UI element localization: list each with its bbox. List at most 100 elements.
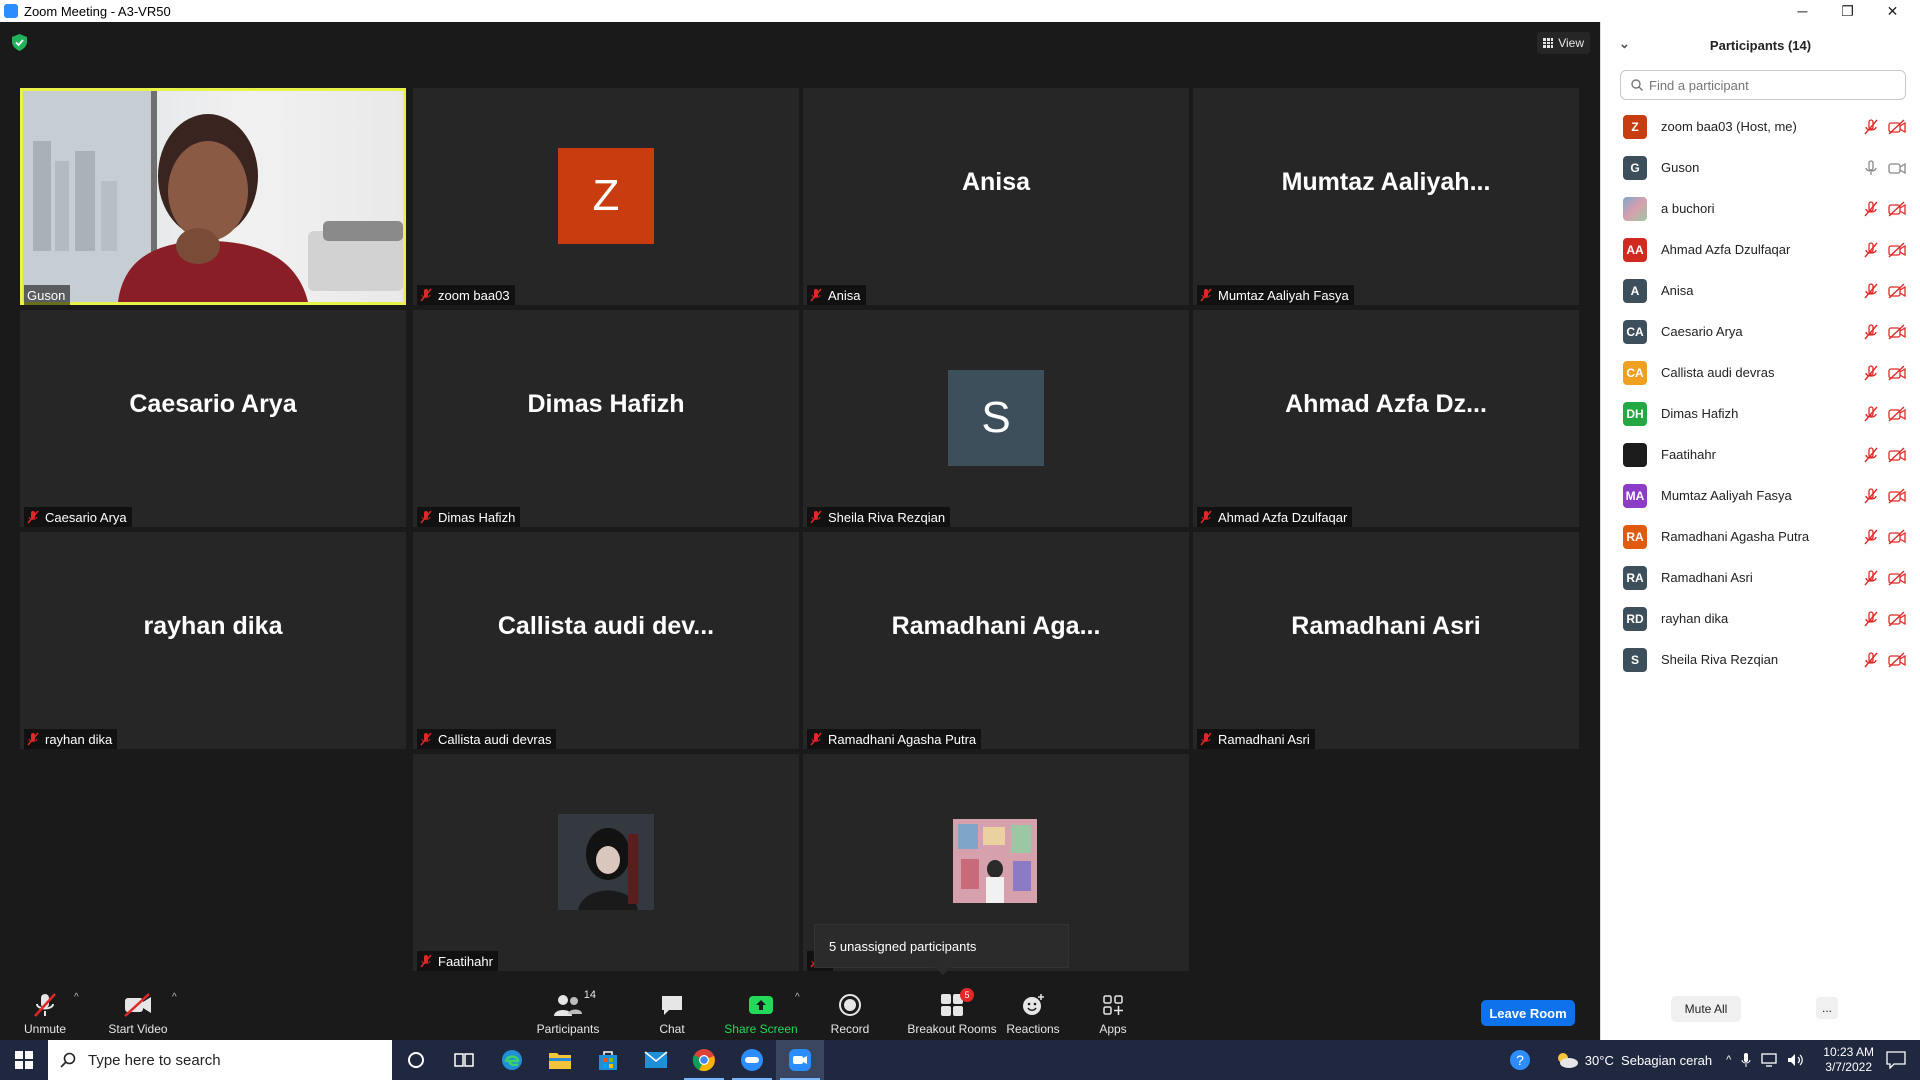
avatar: A <box>1623 278 1647 303</box>
meeting-area: View Guson Z zoom baa03 Anisa Anisa Mumt… <box>0 22 1600 1040</box>
participant-row[interactable]: MA Mumtaz Aaliyah Fasya <box>1601 475 1920 516</box>
taskbar-store[interactable] <box>584 1040 632 1080</box>
volume-icon[interactable] <box>1787 1053 1805 1067</box>
profile-picture <box>558 814 654 910</box>
participant-row[interactable]: CA Caesario Arya <box>1601 311 1920 352</box>
video-tile-faatihahr[interactable]: Faatihahr <box>413 754 799 971</box>
participant-name: Caesario Arya <box>1661 324 1743 339</box>
participants-icon <box>554 995 582 1016</box>
window-title-bar: Zoom Meeting - A3-VR50 ─ ❐ ✕ <box>0 0 1920 22</box>
help-icon[interactable]: ? <box>1509 1049 1531 1071</box>
participant-row[interactable]: DH Dimas Hafizh <box>1601 393 1920 434</box>
video-tile-zoom-baa03[interactable]: Z zoom baa03 <box>413 88 799 305</box>
video-tile-anisa[interactable]: Anisa Anisa <box>803 88 1189 305</box>
tile-name-label: zoom baa03 <box>417 285 515 305</box>
mic-muted-icon <box>1864 406 1878 422</box>
participant-row[interactable]: G Guson <box>1601 147 1920 188</box>
participants-button[interactable]: 14 Participants <box>523 982 613 1036</box>
collapse-chevron-icon[interactable]: ⌄ <box>1619 36 1630 52</box>
zoom-icon <box>789 1049 811 1071</box>
avatar: Z <box>1623 114 1647 139</box>
tile-name-text: Ahmad Azfa Dzulfaqar <box>1218 509 1348 525</box>
participant-row[interactable]: A Anisa <box>1601 270 1920 311</box>
taskbar-chrome[interactable] <box>680 1040 728 1080</box>
video-tile-callista[interactable]: Callista audi dev... Callista audi devra… <box>413 532 799 749</box>
participant-row[interactable]: RD rayhan dika <box>1601 598 1920 639</box>
tile-name-text: Faatihahr <box>438 953 493 969</box>
leave-room-button[interactable]: Leave Room <box>1481 1000 1575 1026</box>
notifications-icon[interactable] <box>1886 1051 1906 1069</box>
record-button[interactable]: Record <box>805 982 895 1036</box>
cortana-button[interactable] <box>392 1040 440 1080</box>
tile-name-text: Anisa <box>828 287 861 303</box>
start-video-button[interactable]: Start Video <box>93 982 183 1036</box>
participant-row[interactable]: Z zoom baa03 (Host, me) <box>1601 106 1920 147</box>
show-hidden-icons-chevron-icon[interactable]: ^ <box>1726 1054 1731 1066</box>
unmute-button[interactable]: Unmute <box>0 982 90 1036</box>
video-tile-rayhan[interactable]: rayhan dika rayhan dika <box>20 532 406 749</box>
mic-muted-icon <box>1864 447 1878 463</box>
chat-button[interactable]: Chat <box>627 982 717 1036</box>
taskbar-edge[interactable] <box>488 1040 536 1080</box>
unmute-label: Unmute <box>23 1022 67 1036</box>
mic-muted-icon <box>1200 288 1212 302</box>
video-tile-caesario[interactable]: Caesario Arya Caesario Arya <box>20 310 406 527</box>
network-icon[interactable] <box>1761 1053 1779 1067</box>
cortana-icon <box>408 1052 424 1068</box>
participant-row[interactable]: Faatihahr <box>1601 434 1920 475</box>
mic-muted-icon <box>1864 611 1878 627</box>
participant-row[interactable]: AA Ahmad Azfa Dzulfaqar <box>1601 229 1920 270</box>
clock[interactable]: 10:23 AM 3/7/2022 <box>1823 1045 1874 1075</box>
participant-row[interactable]: CA Callista audi devras <box>1601 352 1920 393</box>
taskbar-app-blue[interactable] <box>728 1040 776 1080</box>
taskbar-mail[interactable] <box>632 1040 680 1080</box>
participant-row[interactable]: S Sheila Riva Rezqian <box>1601 639 1920 680</box>
taskbar-zoom[interactable] <box>776 1040 824 1080</box>
avatar: G <box>1623 155 1647 180</box>
tile-name-text: Ramadhani Asri <box>1218 731 1310 747</box>
taskbar-search[interactable]: Type here to search <box>48 1040 392 1080</box>
video-tile-sheila[interactable]: S Sheila Riva Rezqian <box>803 310 1189 527</box>
mic-muted-icon <box>27 732 39 746</box>
video-options-chevron-icon[interactable]: ^ <box>172 992 177 1003</box>
search-icon <box>60 1052 76 1068</box>
video-tile-dimas[interactable]: Dimas Hafizh Dimas Hafizh <box>413 310 799 527</box>
avatar: MA <box>1623 483 1647 508</box>
participant-row[interactable]: RA Ramadhani Agasha Putra <box>1601 516 1920 557</box>
audio-options-chevron-icon[interactable]: ^ <box>74 992 79 1003</box>
record-label: Record <box>830 1022 870 1036</box>
start-video-label: Start Video <box>108 1022 168 1036</box>
video-off-icon <box>1888 242 1906 258</box>
participants-label: Participants <box>536 1022 600 1036</box>
breakout-badge: 5 <box>960 988 974 1002</box>
task-view-button[interactable] <box>440 1040 488 1080</box>
participant-row[interactable]: RA Ramadhani Asri <box>1601 557 1920 598</box>
participant-row[interactable]: a buchori <box>1601 188 1920 229</box>
participant-name: Callista audi devras <box>1661 365 1775 380</box>
reactions-button[interactable]: Reactions <box>988 982 1078 1036</box>
close-button[interactable]: ✕ <box>1870 0 1915 22</box>
avatar: DH <box>1623 401 1647 426</box>
video-tile-ahmad[interactable]: Ahmad Azfa Dz... Ahmad Azfa Dzulfaqar <box>1193 310 1579 527</box>
maximize-button[interactable]: ❐ <box>1825 0 1870 22</box>
mute-all-button[interactable]: Mute All <box>1671 996 1741 1022</box>
apps-button[interactable]: Apps <box>1068 982 1158 1036</box>
video-tile-ramadhani-asri[interactable]: Ramadhani Asri Ramadhani Asri <box>1193 532 1579 749</box>
reactions-icon <box>1023 994 1044 1015</box>
share-options-chevron-icon[interactable]: ^ <box>795 992 800 1003</box>
search-input[interactable] <box>1649 77 1889 93</box>
minimize-button[interactable]: ─ <box>1780 0 1825 22</box>
participant-name: Dimas Hafizh <box>1661 406 1739 421</box>
video-tile-mumtaz[interactable]: Mumtaz Aaliyah... Mumtaz Aaliyah Fasya <box>1193 88 1579 305</box>
shield-icon[interactable] <box>12 34 27 51</box>
share-screen-button[interactable]: Share Screen <box>716 982 806 1036</box>
weather-text[interactable]: 30°C Sebagian cerah <box>1585 1053 1712 1068</box>
more-options-button[interactable]: ... <box>1816 997 1838 1019</box>
microphone-tray-icon[interactable] <box>1741 1052 1751 1068</box>
view-button[interactable]: View <box>1537 32 1590 54</box>
video-tile-ramadhani-agasha[interactable]: Ramadhani Aga... Ramadhani Agasha Putra <box>803 532 1189 749</box>
start-button[interactable] <box>0 1040 48 1080</box>
participant-search[interactable] <box>1620 70 1906 100</box>
taskbar-file-explorer[interactable] <box>536 1040 584 1080</box>
video-tile-guson[interactable]: Guson <box>20 88 406 305</box>
